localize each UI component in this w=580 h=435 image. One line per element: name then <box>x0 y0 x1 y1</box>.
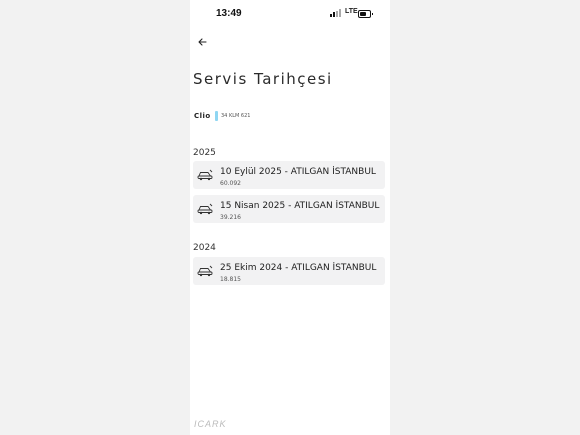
battery-icon <box>358 10 373 18</box>
phone-screen: 13:49 LTE Servis Tarihçesi Clio 34 KLM 6… <box>190 0 390 435</box>
service-entry[interactable]: 15 Nisan 2025 - ATILGAN İSTANBUL 39.216 <box>193 195 385 223</box>
status-time: 13:49 <box>216 8 242 19</box>
service-km: 60.092 <box>220 180 241 187</box>
year-heading-2024: 2024 <box>193 243 216 253</box>
signal-icon <box>330 9 342 17</box>
vehicle-name: Clio <box>194 112 211 120</box>
network-label: LTE <box>345 8 358 15</box>
vehicle-color-tag <box>215 111 218 121</box>
service-title: 10 Eylül 2025 - ATILGAN İSTANBUL <box>220 167 376 177</box>
service-title: 25 Ekim 2024 - ATILGAN İSTANBUL <box>220 263 377 273</box>
service-title: 15 Nisan 2025 - ATILGAN İSTANBUL <box>220 201 380 211</box>
service-entry[interactable]: 25 Ekim 2024 - ATILGAN İSTANBUL 18.815 <box>193 257 385 285</box>
arrow-left-icon <box>197 38 207 46</box>
car-service-icon <box>197 265 213 277</box>
car-service-icon <box>197 203 213 215</box>
vehicle-plate: 34 KLM 621 <box>221 113 251 119</box>
page-title: Servis Tarihçesi <box>193 70 333 88</box>
service-entry[interactable]: 10 Eylül 2025 - ATILGAN İSTANBUL 60.092 <box>193 161 385 189</box>
car-service-icon <box>197 169 213 181</box>
back-button[interactable] <box>194 35 210 51</box>
service-km: 39.216 <box>220 214 241 221</box>
brand-logo: ICARK <box>194 419 227 429</box>
year-heading-2025: 2025 <box>193 148 216 158</box>
service-km: 18.815 <box>220 276 241 283</box>
